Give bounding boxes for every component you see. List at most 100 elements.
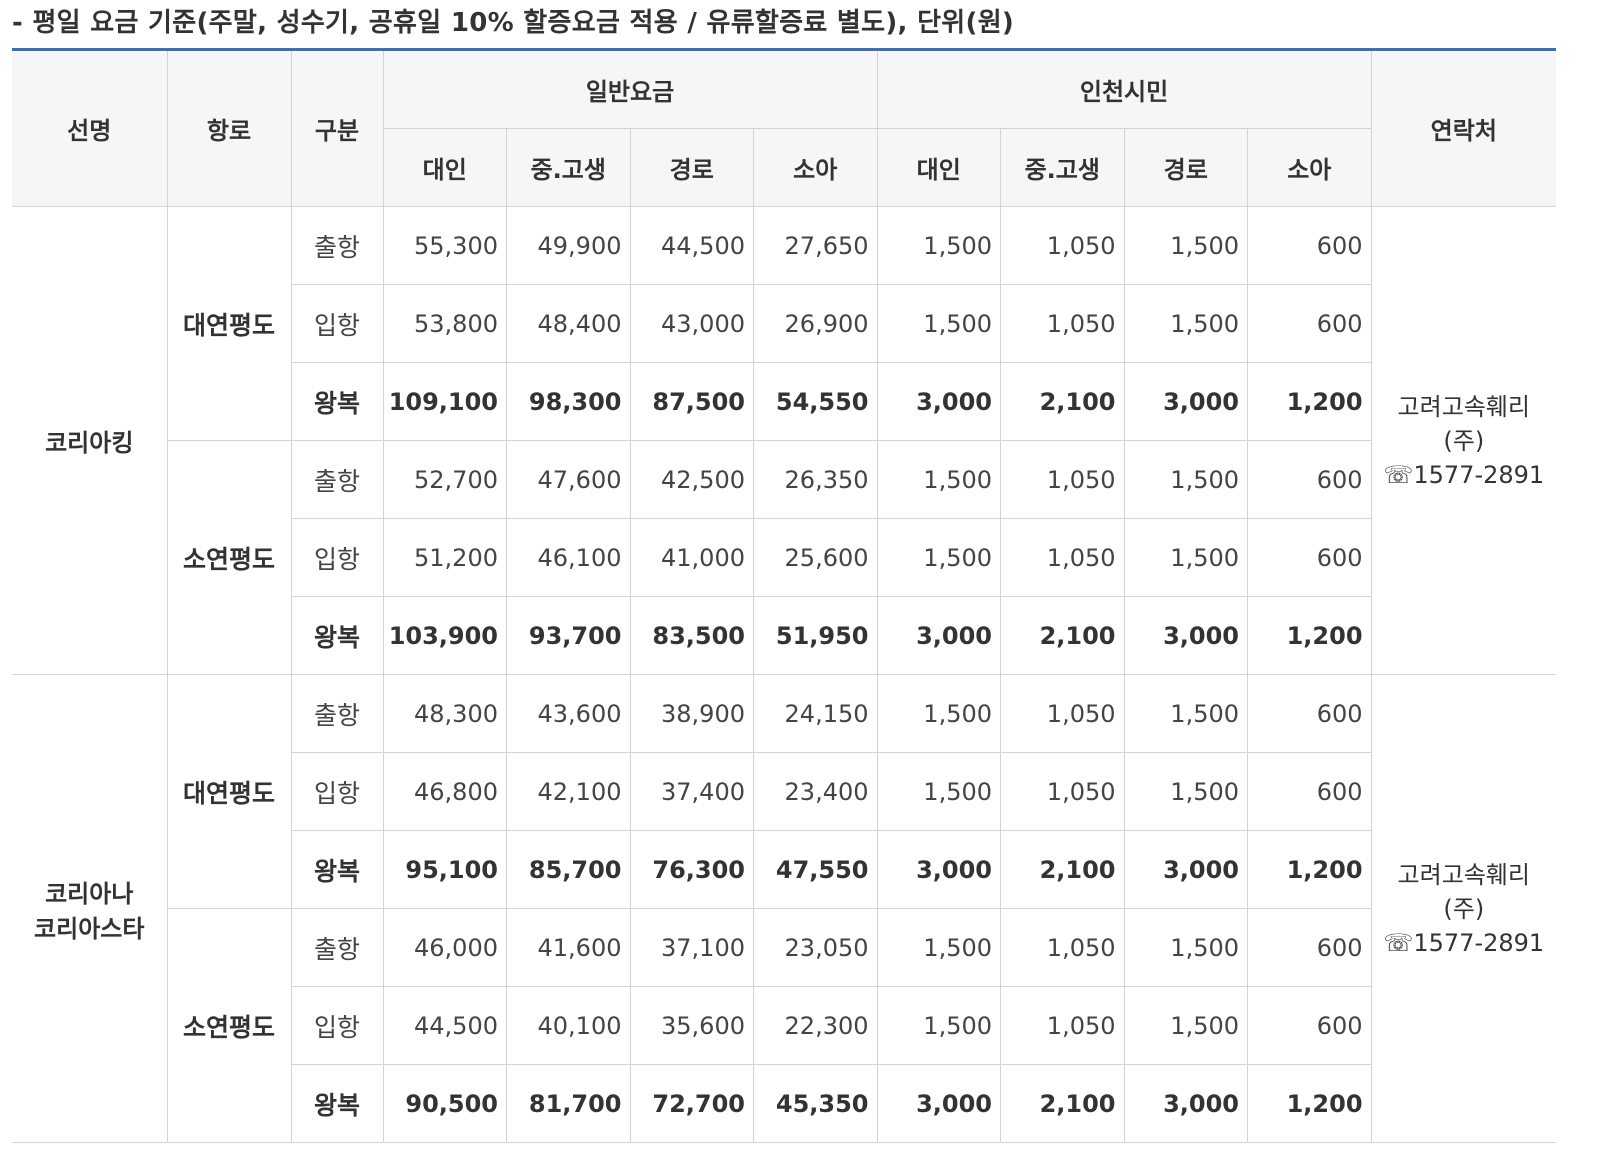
fare-value: 1,500 bbox=[876, 986, 1002, 1065]
fare-value: 26,900 bbox=[753, 284, 878, 363]
fare-value: 35,600 bbox=[629, 986, 754, 1065]
table-row: 소연평도 출항 46,000 41,600 37,100 23,050 1,500 1,050… bbox=[12, 908, 1556, 1143]
route-name: 대연평도 bbox=[166, 674, 292, 909]
fare-value: 600 bbox=[1247, 986, 1372, 1065]
ship-name-cell: 코리아나 코리아스타 bbox=[12, 674, 168, 1143]
fare-value: 3,000 bbox=[876, 596, 1002, 675]
contact-company: 고려고속훼리 bbox=[1397, 860, 1531, 889]
trip-type: 왕복 bbox=[291, 1064, 384, 1143]
fare-value: 41,000 bbox=[629, 518, 754, 597]
fare-value: 600 bbox=[1247, 206, 1372, 285]
fare-value: 44,500 bbox=[629, 206, 754, 285]
fare-value: 44,500 bbox=[382, 986, 507, 1065]
fare-value: 1,050 bbox=[1000, 440, 1125, 519]
contact-phone[interactable]: ☏1577-2891 bbox=[1372, 458, 1557, 492]
fare-value: 1,500 bbox=[876, 206, 1002, 285]
trip-type: 입항 bbox=[291, 986, 384, 1065]
trip-type: 출항 bbox=[290, 206, 384, 285]
page-title: - 평일 요금 기준(주말, 성수기, 공휴일 10% 할증요금 적용 / 유류… bbox=[12, 8, 1015, 38]
fare-value: 3,000 bbox=[1123, 830, 1249, 909]
trip-type: 출항 bbox=[290, 674, 384, 753]
contact-company: 고려고속훼리 bbox=[1397, 392, 1531, 421]
fare-value: 2,100 bbox=[1000, 830, 1125, 909]
route-name: 소연평도 bbox=[167, 908, 292, 1143]
contact-suffix: (주) bbox=[1443, 894, 1485, 923]
trip-type: 출항 bbox=[290, 440, 384, 519]
fare-value: 2,100 bbox=[1000, 362, 1125, 441]
table-row: 코리아킹 대연평도 출항 55,300 49,900 44,500 27,650 1,500 1… bbox=[12, 206, 1557, 675]
fare-value: 2,100 bbox=[1000, 1064, 1125, 1143]
fare-value: 53,800 bbox=[382, 284, 507, 363]
fare-value: 23,400 bbox=[753, 752, 878, 831]
header-citizen-fare: 인천시민 bbox=[876, 49, 1372, 129]
fare-value: 46,800 bbox=[382, 752, 507, 831]
header-ship: 선명 bbox=[12, 49, 168, 207]
header-general-child: 소아 bbox=[753, 128, 878, 207]
contact-phone[interactable]: ☏1577-2891 bbox=[1372, 926, 1557, 960]
fare-value: 1,050 bbox=[1000, 752, 1125, 831]
fare-value: 1,200 bbox=[1247, 362, 1372, 441]
fare-value: 1,500 bbox=[1123, 674, 1249, 753]
fare-value: 40,100 bbox=[506, 986, 631, 1065]
fare-table: 선명 항로 구분 일반요금 인천시민 연락처 대인 중.고생 경로 소아 대인 … bbox=[12, 48, 1557, 1143]
fare-value: 37,100 bbox=[629, 908, 754, 987]
fare-value: 48,300 bbox=[382, 674, 507, 753]
fare-value: 1,200 bbox=[1247, 1064, 1372, 1143]
fare-value: 600 bbox=[1247, 518, 1372, 597]
fare-value: 55,300 bbox=[382, 206, 507, 285]
fare-value: 24,150 bbox=[753, 674, 878, 753]
fare-value: 1,050 bbox=[1000, 284, 1125, 363]
fare-value: 3,000 bbox=[1123, 596, 1249, 675]
header-route: 항로 bbox=[166, 49, 292, 207]
fare-value: 47,600 bbox=[506, 440, 631, 519]
ship-name-cell: 코리아킹 bbox=[12, 206, 168, 675]
fare-value: 27,650 bbox=[753, 206, 878, 285]
header-contact: 연락처 bbox=[1370, 49, 1557, 207]
header-general-senior: 경로 bbox=[629, 128, 754, 207]
fare-value: 1,200 bbox=[1247, 830, 1372, 909]
fare-value: 1,500 bbox=[876, 518, 1002, 597]
fare-value: 42,500 bbox=[629, 440, 754, 519]
fare-value: 76,300 bbox=[629, 830, 754, 909]
fare-value: 81,700 bbox=[506, 1064, 631, 1143]
fare-value: 1,050 bbox=[1000, 518, 1125, 597]
fare-value: 54,550 bbox=[753, 362, 878, 441]
fare-value: 90,500 bbox=[382, 1064, 507, 1143]
fare-value: 95,100 bbox=[382, 830, 507, 909]
fare-value: 103,900 bbox=[382, 596, 507, 675]
fare-value: 43,000 bbox=[629, 284, 754, 363]
fare-value: 42,100 bbox=[506, 752, 631, 831]
fare-value: 23,050 bbox=[753, 908, 878, 987]
fare-value: 600 bbox=[1247, 752, 1372, 831]
fare-value: 37,400 bbox=[629, 752, 754, 831]
fare-value: 1,500 bbox=[1123, 908, 1249, 987]
fare-value: 3,000 bbox=[1123, 362, 1249, 441]
fare-value: 47,550 bbox=[753, 830, 878, 909]
fare-value: 93,700 bbox=[506, 596, 631, 675]
fare-value: 48,400 bbox=[506, 284, 631, 363]
fare-value: 1,500 bbox=[876, 908, 1002, 987]
fare-value: 3,000 bbox=[876, 830, 1002, 909]
fare-table-body: 코리아킹 대연평도 출항 55,300 49,900 44,500 27,650 1,500 1… bbox=[12, 206, 1557, 1143]
ship-name: 코리아나 bbox=[45, 879, 134, 908]
fare-value: 26,350 bbox=[753, 440, 878, 519]
fare-value: 1,050 bbox=[1000, 986, 1125, 1065]
trip-type: 입항 bbox=[291, 752, 384, 831]
fare-value: 2,100 bbox=[1000, 596, 1125, 675]
table-row: 코리아나 코리아스타 대연평도 출항 48,300 43,600 38,900 24,150 1… bbox=[12, 674, 1557, 1143]
fare-value: 1,500 bbox=[876, 284, 1002, 363]
header-general-student: 중.고생 bbox=[506, 128, 631, 207]
trip-type: 출항 bbox=[290, 908, 384, 987]
fare-value: 49,900 bbox=[506, 206, 631, 285]
fare-value: 1,500 bbox=[1123, 206, 1249, 285]
fare-value: 600 bbox=[1247, 284, 1372, 363]
header-citizen-senior: 경로 bbox=[1123, 128, 1249, 207]
fare-value: 87,500 bbox=[629, 362, 754, 441]
fare-value: 1,500 bbox=[1123, 752, 1249, 831]
trip-type: 왕복 bbox=[291, 830, 384, 909]
fare-value: 1,050 bbox=[1000, 206, 1125, 285]
fare-value: 45,350 bbox=[753, 1064, 878, 1143]
fare-value: 38,900 bbox=[629, 674, 754, 753]
table-row: 소연평도 출항 52,700 47,600 42,500 26,350 1,500 1,050… bbox=[12, 440, 1556, 675]
fare-value: 1,500 bbox=[1123, 518, 1249, 597]
